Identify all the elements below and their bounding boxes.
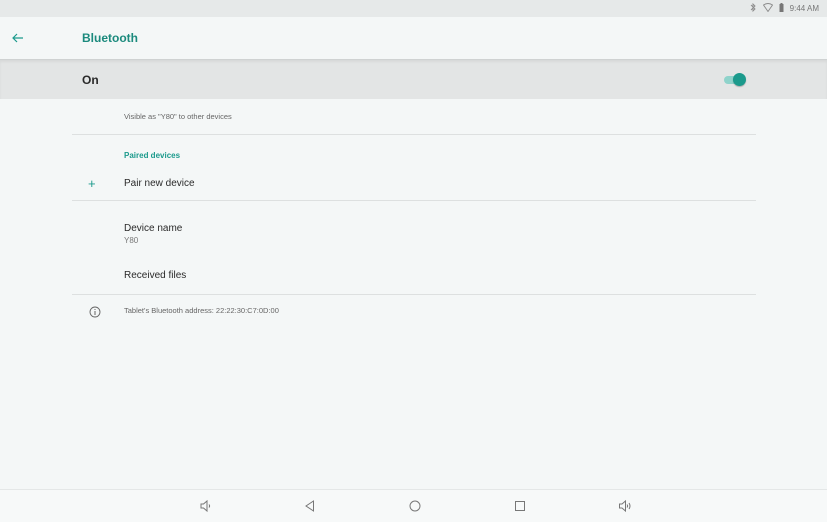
toggle-thumb [733, 73, 746, 86]
navigation-bar [0, 489, 827, 522]
bluetooth-icon [749, 2, 757, 14]
volume-up-icon[interactable] [618, 499, 632, 513]
paired-devices-header: Paired devices [124, 151, 181, 160]
bluetooth-master-switch-bar[interactable]: On [0, 59, 827, 99]
volume-down-icon[interactable] [199, 499, 213, 513]
home-circle-icon[interactable] [408, 499, 422, 513]
bluetooth-settings-screen: 9:44 AM Bluetooth On Visible as "Y80" to… [0, 0, 827, 522]
divider [72, 134, 756, 135]
wifi-icon [762, 3, 773, 14]
divider [72, 200, 756, 201]
received-files-label: Received files [124, 270, 187, 281]
app-bar: Bluetooth [0, 17, 827, 59]
recents-square-icon[interactable] [513, 499, 527, 513]
received-files-row[interactable]: Received files [72, 262, 756, 290]
battery-icon [779, 3, 784, 14]
bluetooth-address-text: Tablet's Bluetooth address: 22:22:30:C7:… [124, 306, 279, 315]
pair-new-device-label: Pair new device [124, 178, 195, 189]
device-name-row[interactable]: Device name Y80 [72, 218, 756, 252]
back-triangle-icon[interactable] [303, 499, 317, 513]
status-bar: 9:44 AM [0, 0, 827, 17]
device-name-title: Device name [124, 223, 183, 234]
device-name-value: Y80 [124, 236, 139, 245]
arrow-left-icon[interactable] [10, 30, 26, 46]
info-icon [89, 305, 101, 318]
status-time: 9:44 AM [789, 4, 819, 13]
bluetooth-toggle[interactable] [722, 73, 746, 87]
switch-label: On [82, 73, 99, 87]
divider [72, 294, 756, 295]
visibility-text: Visible as "Y80" to other devices [124, 112, 232, 121]
page-title: Bluetooth [82, 31, 138, 45]
pair-new-device-row[interactable]: Pair new device [72, 170, 756, 198]
